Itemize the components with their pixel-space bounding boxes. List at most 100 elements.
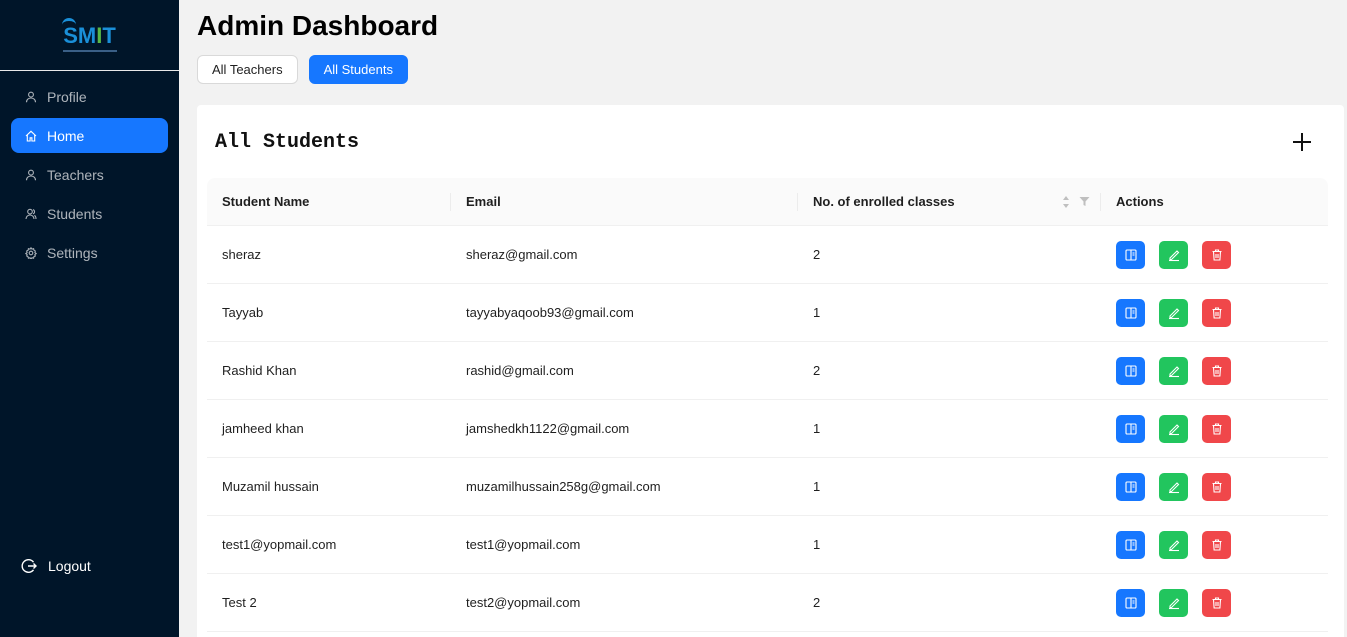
logout-button[interactable]: Logout	[21, 558, 91, 574]
edit-button[interactable]	[1159, 414, 1188, 443]
view-button[interactable]	[1116, 414, 1145, 443]
delete-button[interactable]	[1202, 414, 1231, 443]
pencil-icon	[1168, 481, 1179, 493]
pencil-icon	[1168, 597, 1179, 609]
user-icon	[25, 169, 37, 181]
row-actions	[1101, 530, 1328, 559]
sidebar-item-label: Teachers	[47, 166, 104, 183]
column-header-label: No. of enrolled classes	[813, 194, 955, 209]
pencil-icon	[1168, 249, 1179, 261]
sidebar-item-profile[interactable]: Profile	[11, 79, 168, 114]
delete-button[interactable]	[1202, 588, 1231, 617]
student-classes: 1	[813, 479, 821, 494]
row-actions	[1101, 588, 1328, 617]
table-row: Muzamil hussain muzamilhussain258g@gmail…	[207, 458, 1328, 516]
sort-icon[interactable]	[1062, 195, 1070, 209]
trash-icon	[1212, 538, 1221, 551]
plus-icon	[1293, 133, 1311, 151]
view-button[interactable]	[1116, 298, 1145, 327]
student-name: jamheed khan	[222, 421, 304, 436]
user-icon	[25, 91, 37, 103]
row-actions	[1101, 414, 1328, 443]
row-actions	[1101, 240, 1328, 269]
view-button[interactable]	[1116, 530, 1145, 559]
edit-button[interactable]	[1159, 530, 1188, 559]
main-content: Admin Dashboard All Teachers All Student…	[179, 0, 1347, 637]
table-row: test1@yopmail.com test1@yopmail.com 1	[207, 516, 1328, 574]
students-table: Student Name Email No. of enrolled class…	[207, 178, 1328, 632]
sidebar-item-settings[interactable]: Settings	[11, 235, 168, 270]
table-body: sheraz sheraz@gmail.com 2 Tayyab tayyaby…	[207, 226, 1328, 632]
student-email: test2@yopmail.com	[466, 595, 581, 610]
view-button[interactable]	[1116, 356, 1145, 385]
book-icon	[1124, 538, 1137, 551]
trash-icon	[1212, 248, 1221, 261]
edit-button[interactable]	[1159, 588, 1188, 617]
table-header: Student Name Email No. of enrolled class…	[207, 178, 1328, 226]
home-icon	[25, 130, 37, 142]
student-email: muzamilhussain258g@gmail.com	[466, 479, 661, 494]
student-email: tayyabyaqoob93@gmail.com	[466, 305, 634, 320]
gear-icon	[25, 246, 37, 259]
logout-label: Logout	[48, 558, 91, 574]
table-row: Rashid Khan rashid@gmail.com 2	[207, 342, 1328, 400]
trash-icon	[1212, 306, 1221, 319]
students-card: All Students Student Name Email No. of e…	[197, 105, 1344, 637]
delete-button[interactable]	[1202, 240, 1231, 269]
student-name: Tayyab	[222, 305, 264, 320]
table-row: sheraz sheraz@gmail.com 2	[207, 226, 1328, 284]
sidebar-item-teachers[interactable]: Teachers	[11, 157, 168, 192]
view-button[interactable]	[1116, 588, 1145, 617]
edit-button[interactable]	[1159, 298, 1188, 327]
tab-all-teachers[interactable]: All Teachers	[197, 55, 298, 84]
student-classes: 2	[813, 363, 821, 378]
sidebar-item-label: Profile	[47, 88, 87, 105]
edit-button[interactable]	[1159, 472, 1188, 501]
sidebar-nav: Profile Home Teachers Students Settings	[0, 71, 179, 270]
student-classes: 2	[813, 247, 821, 262]
tab-all-students[interactable]: All Students	[308, 55, 408, 84]
column-header-classes[interactable]: No. of enrolled classes	[798, 178, 1101, 226]
sidebar-item-students[interactable]: Students	[11, 196, 168, 231]
book-icon	[1124, 596, 1137, 609]
trash-icon	[1212, 364, 1221, 377]
delete-button[interactable]	[1202, 472, 1231, 501]
delete-button[interactable]	[1202, 356, 1231, 385]
column-header-actions: Actions	[1116, 194, 1164, 209]
edit-button[interactable]	[1159, 240, 1188, 269]
card-title: All Students	[215, 131, 360, 154]
view-button[interactable]	[1116, 472, 1145, 501]
graduation-cap-icon	[61, 18, 76, 26]
sidebar-item-label: Home	[47, 127, 85, 144]
edit-button[interactable]	[1159, 356, 1188, 385]
column-tools	[1062, 195, 1090, 209]
book-icon	[1124, 364, 1137, 377]
student-name: sheraz	[222, 247, 262, 262]
logo-text-prefix: SM	[63, 22, 97, 48]
sidebar-item-home[interactable]: Home	[11, 118, 168, 153]
sidebar-item-label: Settings	[47, 244, 98, 261]
table-row: Tayyab tayyabyaqoob93@gmail.com 1	[207, 284, 1328, 342]
row-actions	[1101, 472, 1328, 501]
page-title: Admin Dashboard	[197, 10, 439, 41]
delete-button[interactable]	[1202, 298, 1231, 327]
student-name: test1@yopmail.com	[222, 537, 337, 552]
student-classes: 1	[813, 537, 821, 552]
column-header-email: Email	[451, 178, 798, 226]
student-email: test1@yopmail.com	[466, 537, 581, 552]
filter-icon[interactable]	[1079, 196, 1090, 207]
table-row: Test 2 test2@yopmail.com 2	[207, 574, 1328, 632]
logo[interactable]: SMIT	[58, 10, 122, 60]
student-email: sheraz@gmail.com	[466, 247, 578, 262]
row-actions	[1101, 356, 1328, 385]
delete-button[interactable]	[1202, 530, 1231, 559]
student-name: Rashid Khan	[222, 363, 297, 378]
student-classes: 2	[813, 595, 821, 610]
student-email: rashid@gmail.com	[466, 363, 574, 378]
logout-icon	[21, 558, 37, 574]
logo-tagline	[62, 49, 117, 52]
view-button[interactable]	[1116, 240, 1145, 269]
logo-area: SMIT	[0, 0, 179, 71]
add-student-button[interactable]	[1291, 131, 1313, 153]
users-icon	[25, 208, 37, 220]
